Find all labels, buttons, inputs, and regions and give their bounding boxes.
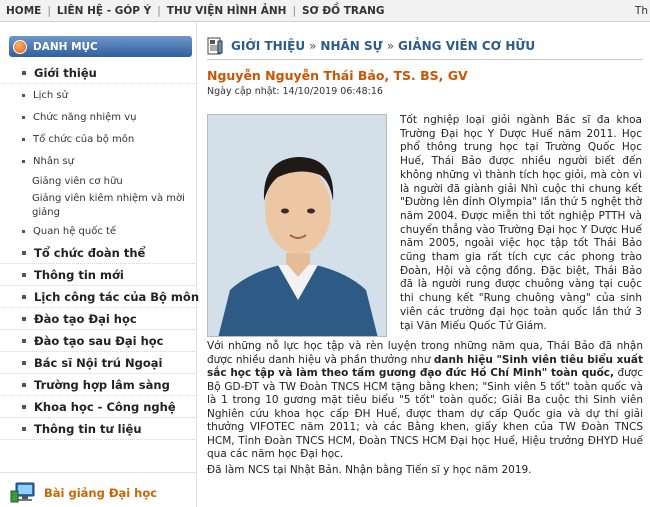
biography-paragraph-1: Tốt nghiệp loại giỏi ngành Bác sĩ đa kho…: [400, 114, 642, 332]
top-navigation: HOME | LIÊN HỆ - GÓP Ý | THƯ VIỆN HÌNH Ả…: [0, 0, 650, 22]
bullet-icon: [22, 360, 26, 365]
bullet-icon: [22, 382, 26, 387]
sidebar-item[interactable]: Tổ chức đoàn thể: [0, 242, 197, 264]
portrait-illustration: [208, 115, 386, 336]
biography-paragraph-2: Với những nỗ lực học tập và rèn luyện tr…: [207, 340, 643, 462]
sidebar-item-label: Quan hệ quốc tế: [33, 225, 117, 237]
sidebar-item-label: Giảng viên kiêm nhiệm và mời giảng: [32, 193, 185, 218]
sidebar-item-label: Trường hợp lâm sàng: [34, 377, 170, 392]
sidebar: DANH MỤC Giới thiệu Lịch sử Chức năng nhiệ…: [0, 22, 200, 507]
sidebar-item-label: Giới thiệu: [34, 65, 97, 80]
sidebar-item[interactable]: Giới thiệu: [0, 62, 197, 84]
article-title: Nguyễn Nguyễn Thái Bảo, TS. BS, GV: [207, 68, 468, 83]
sidebar-item-label: Đào tạo Đại học: [34, 311, 137, 326]
sidebar-item[interactable]: Đào tạo sau Đại học: [0, 330, 197, 352]
category-header-label: DANH MỤC: [33, 40, 98, 53]
sidebar-item-label: Thông tin tư liệu: [34, 421, 142, 436]
portrait-photo: [207, 114, 387, 337]
bullet-icon: [22, 404, 26, 409]
bullet-icon: [22, 93, 25, 97]
sidebar-item-label: Khoa học - Công nghệ: [34, 399, 176, 414]
sidebar-item-label: Tổ chức đoàn thể: [34, 245, 146, 260]
biography-paragraph-3: Đã làm NCS tại Nhật Bản. Nhận bằng Tiến …: [207, 464, 532, 476]
bullet-icon: [22, 250, 26, 255]
nav-gallery[interactable]: THƯ VIỆN HÌNH ẢNH: [161, 5, 293, 17]
computer-icon: [10, 482, 35, 502]
bullet-icon: [22, 272, 26, 277]
sidebar-item-label: Thông tin mới: [34, 267, 124, 282]
sidebar-item-label: Tổ chức của bộ môn: [33, 133, 135, 145]
sidebar-item[interactable]: Lịch công tác của Bộ môn: [0, 286, 200, 308]
sidebar-item[interactable]: Đào tạo Đại học: [0, 308, 197, 330]
sidebar-item[interactable]: Giảng viên kiêm nhiệm và mời giảng: [0, 190, 197, 220]
sidebar-item[interactable]: Lịch sử: [0, 84, 197, 106]
sidebar-item-label: Nhân sự: [33, 155, 75, 167]
sidebar-item[interactable]: Chức năng nhiệm vụ: [0, 106, 197, 128]
breadcrumb: GIỚI THIỆU » NHÂN SỰ » GIẢNG VIÊN CƠ HỮU: [207, 32, 643, 60]
sidebar-item[interactable]: Bác sĩ Nội trú Ngoại: [0, 352, 197, 374]
bullet-icon: [22, 115, 25, 119]
bullet-icon: [22, 294, 26, 299]
bullet-icon: [22, 426, 26, 431]
category-header: DANH MỤC: [9, 36, 192, 57]
breadcrumb-staff[interactable]: NHÂN SỰ: [320, 39, 382, 53]
sidebar-menu: Giới thiệu Lịch sử Chức năng nhiệm vụ Tổ ch…: [0, 62, 200, 440]
nav-contact[interactable]: LIÊN HỆ - GÓP Ý: [51, 5, 157, 17]
document-icon: [207, 37, 223, 54]
bullet-icon: [22, 159, 25, 163]
bio-text: được Bộ GD-ĐT và TW Đoàn TNCS HCM tặng b…: [207, 367, 644, 460]
sidebar-item-label: Lịch công tác của Bộ môn: [34, 289, 200, 304]
breadcrumb-separator: »: [386, 38, 395, 53]
sidebar-item[interactable]: Trường hợp lâm sàng: [0, 374, 197, 396]
sidebar-item[interactable]: Thông tin mới: [0, 264, 197, 286]
orange-ball-icon: [13, 39, 27, 54]
bullet-icon: [22, 229, 25, 233]
sidebar-item-label: Đào tạo sau Đại học: [34, 333, 164, 348]
sidebar-item[interactable]: Nhân sự: [0, 150, 197, 172]
sidebar-item[interactable]: Giảng viên cơ hữu: [0, 172, 197, 190]
breadcrumb-separator: »: [309, 38, 317, 53]
sidebar-item[interactable]: Thông tin tư liệu: [0, 418, 197, 440]
main-content: GIỚI THIỆU » NHÂN SỰ » GIẢNG VIÊN CƠ HỮU…: [197, 22, 650, 507]
breadcrumb-current: GIẢNG VIÊN CƠ HỮU: [398, 38, 536, 53]
nav-sitemap[interactable]: SƠ ĐỒ TRANG: [296, 5, 391, 17]
bullet-icon: [22, 338, 26, 343]
sidebar-item-label: Giảng viên cơ hữu: [32, 175, 123, 187]
bullet-icon: [22, 137, 25, 141]
sidebar-item[interactable]: Quan hệ quốc tế: [0, 220, 197, 242]
sidebar-item-label: Bác sĩ Nội trú Ngoại: [34, 355, 163, 370]
bullet-icon: [22, 70, 26, 75]
bullet-icon: [22, 316, 26, 321]
lecture-link-box[interactable]: Bài giảng Đại học: [0, 472, 197, 507]
lecture-link-label: Bài giảng Đại học: [44, 485, 158, 500]
breadcrumb-intro[interactable]: GIỚI THIỆU: [231, 39, 305, 53]
sidebar-item[interactable]: Tổ chức của bộ môn: [0, 128, 197, 150]
sidebar-item-label: Lịch sử: [33, 89, 68, 101]
nav-right-text: Th: [634, 5, 648, 17]
nav-home[interactable]: HOME: [0, 5, 47, 17]
sidebar-item-label: Chức năng nhiệm vụ: [33, 111, 137, 123]
sidebar-item[interactable]: Khoa học - Công nghệ: [0, 396, 197, 418]
updated-date: Ngày cập nhật: 14/10/2019 06:48:16: [207, 86, 383, 97]
